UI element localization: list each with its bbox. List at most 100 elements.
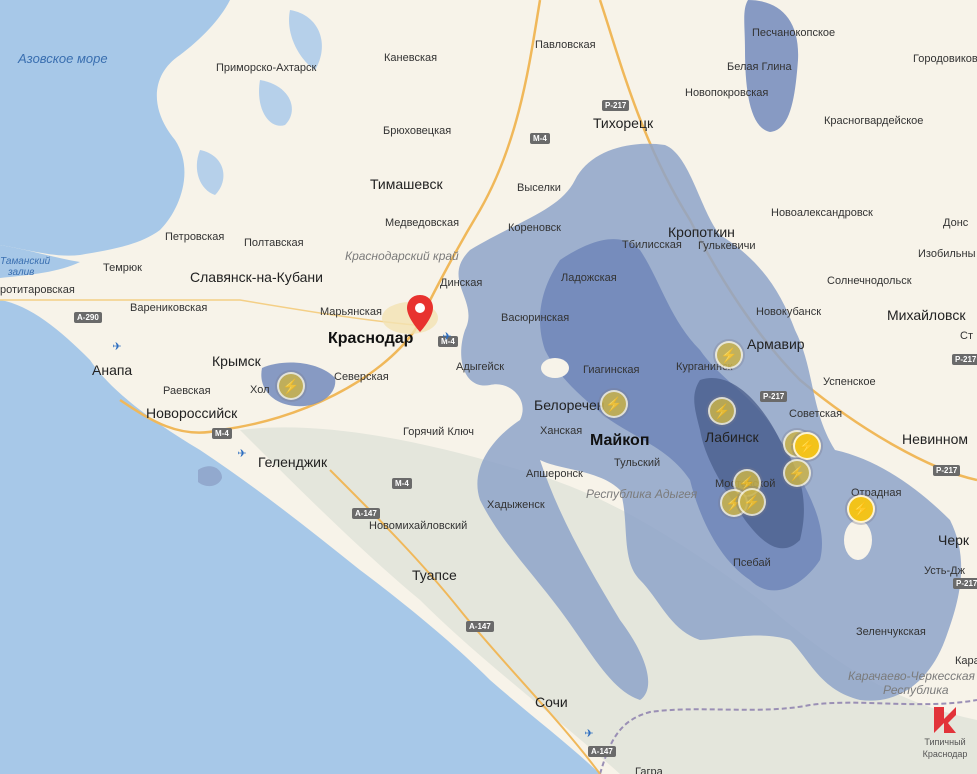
road-sign-r217-st: Р-217 (952, 354, 977, 365)
label-bryukhovetskaya[interactable]: Брюховецкая (383, 126, 451, 137)
label-vyselki[interactable]: Выселки (517, 183, 561, 194)
label-stavropol[interactable]: Ст (960, 331, 973, 342)
label-novomikhaylovsky[interactable]: Новомихайловский (369, 521, 467, 532)
label-azov-sea: Азовское море (18, 51, 108, 66)
liman-3 (289, 10, 322, 70)
label-dinskaya[interactable]: Динская (440, 278, 482, 289)
label-krasnogvardeyskoe[interactable]: Красногвардейское (824, 116, 923, 127)
label-severskaya[interactable]: Северская (334, 372, 389, 383)
label-belorechensk[interactable]: Белоречен (534, 398, 605, 412)
road-sign-a290: А-290 (74, 312, 102, 323)
label-novoaleksandrovsk[interactable]: Новоалександровск (771, 208, 873, 219)
lightning-icon[interactable]: ⚡ (793, 432, 821, 460)
lightning-icon[interactable]: ⚡ (600, 390, 628, 418)
label-poltavskaya[interactable]: Полтавская (244, 238, 304, 249)
label-korenovsk[interactable]: Кореновск (508, 223, 561, 234)
lightning-icon[interactable]: ⚡ (277, 372, 305, 400)
weather-map[interactable]: Азовское море Таманский залив Краснодарский… (0, 0, 977, 774)
label-gorodovikovsk[interactable]: Городовиковс (913, 54, 977, 65)
label-maykop[interactable]: Майкоп (590, 433, 650, 449)
location-pin-icon[interactable] (405, 294, 435, 334)
label-khadyzhensk[interactable]: Хадыженск (487, 500, 545, 511)
label-goryachy[interactable]: Горячий Ключ (403, 427, 474, 438)
label-giaginskaya[interactable]: Гиагинская (583, 365, 639, 376)
label-psebay[interactable]: Псебай (733, 558, 771, 569)
label-peschanokopskoe[interactable]: Песчанокопское (752, 28, 835, 39)
label-armavir[interactable]: Армавир (747, 337, 805, 351)
label-khanskaya[interactable]: Ханская (540, 426, 582, 437)
label-zelenchukskaya[interactable]: Зеленчукская (856, 627, 926, 638)
label-krasnodar[interactable]: Краснодар (328, 331, 413, 347)
label-temryuk[interactable]: Темрюк (103, 263, 142, 274)
rain-hole-2 (844, 520, 872, 560)
liman-2 (196, 150, 224, 195)
brand-logo-icon (930, 705, 960, 735)
label-krymsk[interactable]: Крымск (212, 354, 261, 368)
label-izobilny[interactable]: Изобильны (918, 249, 976, 260)
label-vasyurinskaya[interactable]: Васюринская (501, 313, 569, 324)
lightning-icon[interactable]: ⚡ (738, 488, 766, 516)
label-kropotkin[interactable]: Кропоткин (668, 225, 735, 239)
label-sovetskaya[interactable]: Советская (789, 409, 842, 420)
label-raevskaya[interactable]: Раевская (163, 386, 211, 397)
lightning-icon[interactable]: ⚡ (783, 459, 811, 487)
label-tuapse[interactable]: Туапсе (412, 568, 457, 582)
label-tulsky[interactable]: Тульский (614, 458, 660, 469)
road-sign-r217-nev: Р-217 (933, 465, 961, 476)
airport-icon[interactable]: ✈ (236, 448, 248, 460)
label-belaya-glina[interactable]: Белая Глина (727, 62, 792, 73)
label-labinsk[interactable]: Лабинск (705, 430, 759, 444)
label-nevinnomyssk[interactable]: Невинном (902, 432, 968, 446)
brand-line-2: Краснодар (922, 749, 968, 759)
label-ust-dzheguta[interactable]: Усть-Дж (924, 566, 965, 577)
label-krasnodar-krai: Краснодарский край (345, 249, 459, 263)
lightning-icon[interactable]: ⚡ (715, 341, 743, 369)
label-adygeysk[interactable]: Адыгейск (456, 362, 504, 373)
label-anapa[interactable]: Анапа (92, 363, 132, 377)
label-protitarovskaya[interactable]: ротитаровская (0, 285, 75, 296)
label-tikhoretsk[interactable]: Тихорецк (593, 116, 653, 130)
airport-icon[interactable]: ✈ (111, 341, 123, 353)
label-petrovskaya[interactable]: Петровская (165, 232, 224, 243)
label-tbilisskaya[interactable]: Тбилисская (622, 240, 682, 251)
label-novopokrovskaya[interactable]: Новопокровская (685, 88, 768, 99)
road-sign-r217-arm: Р-217 (760, 391, 788, 402)
label-karachay-2: Республика (883, 683, 949, 697)
label-kara[interactable]: Кара (955, 656, 977, 667)
label-mikhaylovsk[interactable]: Михайловск (887, 308, 965, 322)
road-sign-a147-1: А-147 (352, 508, 380, 519)
label-solnechnodolsk[interactable]: Солнечнодольск (827, 276, 912, 287)
label-taman-bay-2: залив (8, 267, 35, 278)
label-varenikovskaya[interactable]: Варениковская (130, 303, 207, 314)
liman-1 (259, 80, 292, 126)
label-gelendzhik[interactable]: Геленджик (258, 455, 327, 469)
label-novokubansk[interactable]: Новокубанск (756, 307, 821, 318)
road-sign-a147-3: А-147 (588, 746, 616, 757)
label-maryanskaya[interactable]: Марьянская (320, 307, 382, 318)
label-cherkessk[interactable]: Черк (938, 533, 969, 547)
label-donskoe[interactable]: Донс (943, 218, 968, 229)
label-taman-bay: Таманский (0, 256, 51, 267)
airport-icon[interactable]: ✈ (583, 728, 595, 740)
label-slavyansk[interactable]: Славянск-на-Кубани (190, 270, 323, 284)
label-ladozhskaya[interactable]: Ладожская (561, 273, 617, 284)
label-uspenskoe[interactable]: Успенское (823, 377, 876, 388)
rain-hole-1 (541, 358, 569, 378)
label-apsheronsk[interactable]: Апшеронск (526, 469, 583, 480)
lightning-icon[interactable]: ⚡ (847, 495, 875, 523)
road-sign-m4-nvr: М-4 (212, 428, 232, 439)
label-sochi[interactable]: Сочи (535, 695, 568, 709)
label-karachay-1: Карачаево-Черкесская (848, 669, 975, 683)
airport-icon[interactable]: ✈ (441, 331, 453, 343)
lightning-icon[interactable]: ⚡ (708, 397, 736, 425)
label-novorossiysk[interactable]: Новороссийск (146, 406, 237, 420)
label-kholmskaya[interactable]: Хол (250, 385, 270, 396)
label-timashevsk[interactable]: Тимашевск (370, 177, 443, 191)
label-gulkevichi[interactable]: Гулькевичи (698, 241, 756, 252)
label-adygea: Республика Адыгея (586, 487, 698, 501)
label-gagra[interactable]: Гагра (635, 767, 663, 774)
label-pavlovskaya[interactable]: Павловская (535, 40, 596, 51)
label-kanevskaya[interactable]: Каневская (384, 53, 437, 64)
label-medvedovskaya[interactable]: Медведовская (385, 218, 459, 229)
label-primorsko[interactable]: Приморско-Ахтарск (216, 63, 316, 74)
